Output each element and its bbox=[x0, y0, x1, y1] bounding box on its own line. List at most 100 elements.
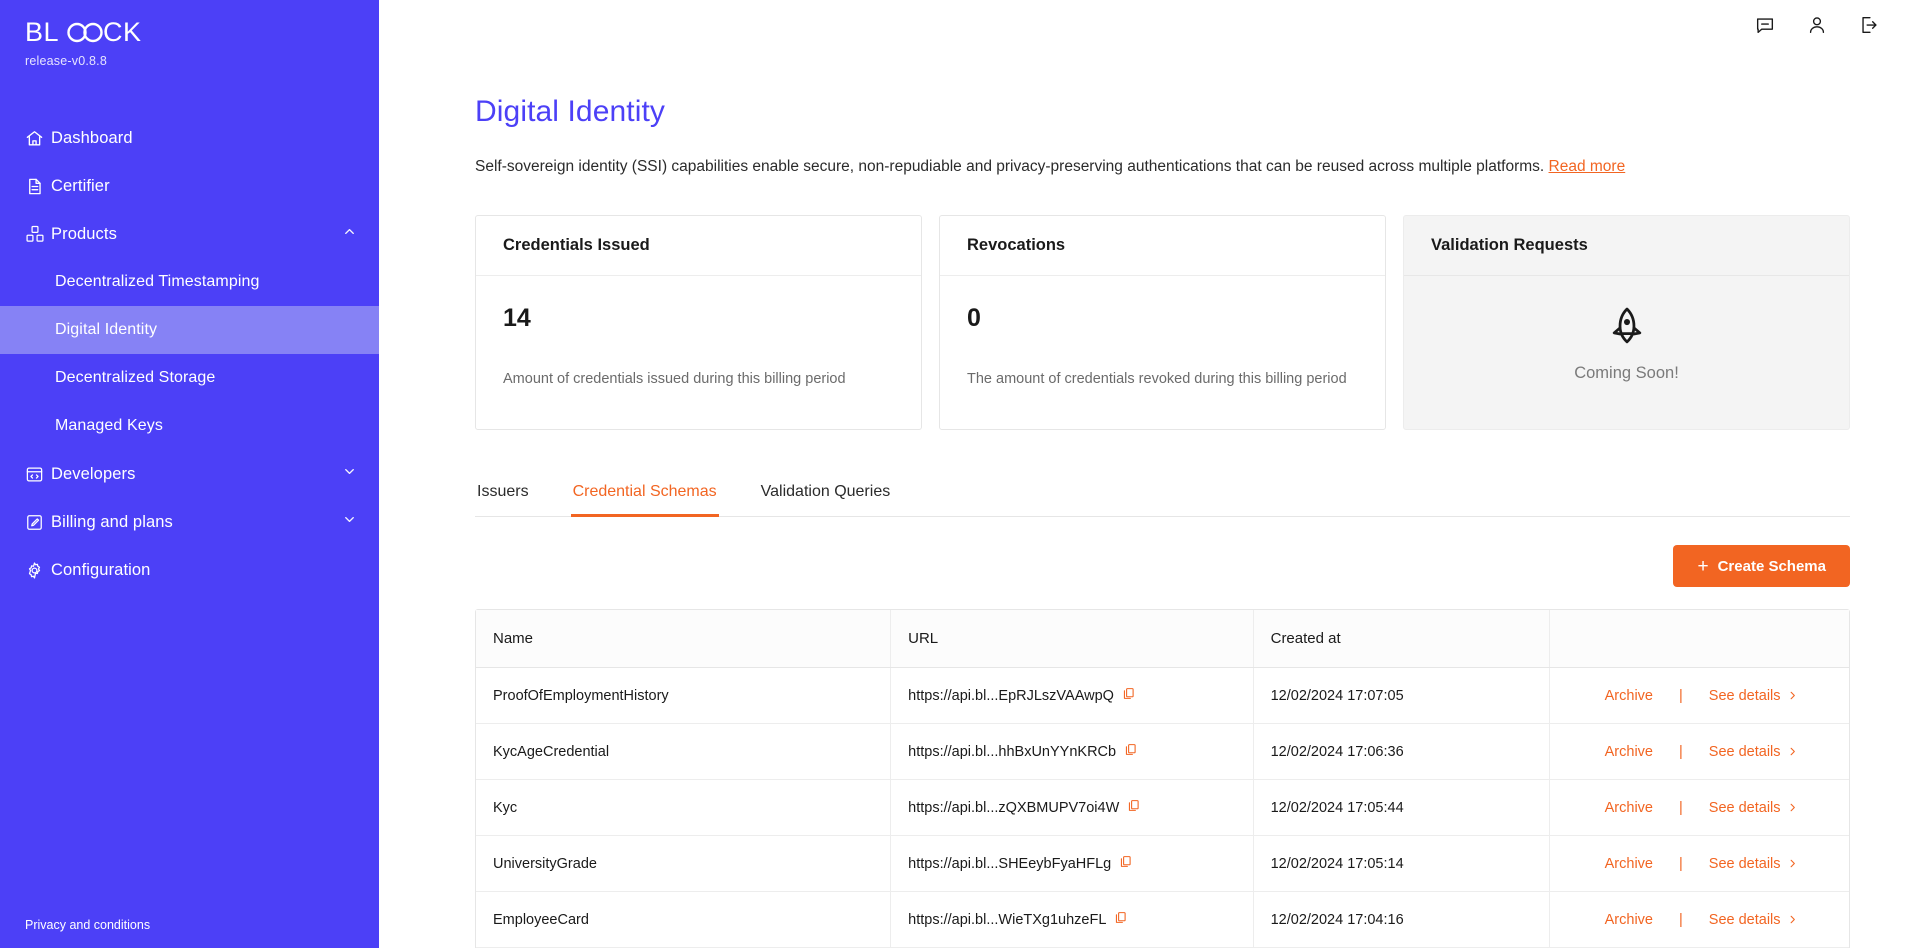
sidebar-item-label: Certifier bbox=[51, 176, 110, 195]
tab-issuers[interactable]: Issuers bbox=[475, 483, 531, 517]
cell-actions: Archive | See details bbox=[1549, 667, 1849, 725]
sidebar-item-dashboard[interactable]: Dashboard bbox=[0, 114, 379, 162]
table-head: Name URL Created at bbox=[476, 610, 1849, 669]
chevron-up-icon[interactable] bbox=[342, 224, 357, 244]
read-more-link[interactable]: Read more bbox=[1549, 158, 1626, 175]
url-text: https://api.bl...SHEeybFyaHFLg bbox=[908, 855, 1112, 872]
cell-created-at: 12/02/2024 17:06:36 bbox=[1253, 723, 1551, 781]
sidebar-item-configuration[interactable]: Configuration bbox=[0, 546, 379, 594]
tab-credential-schemas[interactable]: Credential Schemas bbox=[570, 483, 719, 518]
table-row[interactable]: EmployeeCard https://api.bl...WieTXg1uhz… bbox=[476, 891, 1849, 948]
plus-icon: + bbox=[1697, 555, 1709, 577]
cell-actions: Archive | See details bbox=[1549, 779, 1849, 837]
stat-cards: Credentials Issued 14 Amount of credenti… bbox=[475, 215, 1850, 431]
cell-url: https://api.bl...zQXBMUPV7oi4W bbox=[890, 779, 1254, 837]
table-body: ProofOfEmploymentHistory https://api.bl.… bbox=[476, 667, 1849, 948]
cell-name: KycAgeCredential bbox=[476, 723, 892, 781]
sidebar-item-decentralized-timestamping[interactable]: Decentralized Timestamping bbox=[0, 258, 379, 306]
cell-name: EmployeeCard bbox=[476, 891, 892, 948]
table-row[interactable]: UniversityGrade https://api.bl...SHEeybF… bbox=[476, 835, 1849, 893]
url-text: https://api.bl...WieTXg1uhzeFL bbox=[908, 911, 1107, 928]
see-details-link[interactable]: See details bbox=[1709, 800, 1798, 816]
copy-icon[interactable] bbox=[1122, 687, 1135, 704]
archive-link[interactable]: Archive bbox=[1605, 856, 1653, 872]
sidebar-group-developers[interactable]: Developers bbox=[0, 450, 379, 498]
sidebar-item-certifier[interactable]: Certifier bbox=[0, 162, 379, 210]
cubes-icon bbox=[25, 224, 51, 244]
cell-name: ProofOfEmploymentHistory bbox=[476, 667, 892, 725]
card-revocations: Revocations 0 The amount of credentials … bbox=[939, 215, 1386, 431]
see-details-link[interactable]: See details bbox=[1709, 688, 1798, 704]
sidebar-item-managed-keys[interactable]: Managed Keys bbox=[0, 402, 379, 450]
see-details-label: See details bbox=[1708, 911, 1781, 928]
see-details-link[interactable]: See details bbox=[1709, 744, 1798, 760]
column-header-url: URL bbox=[890, 610, 1254, 669]
user-icon[interactable] bbox=[1806, 14, 1828, 36]
see-details-link[interactable]: See details bbox=[1709, 912, 1798, 928]
sidebar-item-label: Decentralized Timestamping bbox=[55, 273, 260, 290]
topbar bbox=[379, 0, 1908, 50]
chevron-right-icon bbox=[1790, 747, 1795, 756]
archive-link[interactable]: Archive bbox=[1605, 912, 1653, 928]
sidebar-group-label: Billing and plans bbox=[51, 512, 173, 531]
copy-icon[interactable] bbox=[1127, 799, 1140, 816]
main-content: Digital Identity Self-sovereign identity… bbox=[379, 0, 1908, 948]
card-title: Revocations bbox=[940, 216, 1385, 277]
archive-link[interactable]: Archive bbox=[1605, 744, 1653, 760]
copy-icon[interactable] bbox=[1124, 743, 1137, 760]
sidebar-group-billing-and-plans[interactable]: Billing and plans bbox=[0, 498, 379, 546]
url-text: https://api.bl...zQXBMUPV7oi4W bbox=[908, 799, 1120, 816]
action-separator: | bbox=[1679, 687, 1683, 704]
table-row[interactable]: ProofOfEmploymentHistory https://api.bl.… bbox=[476, 667, 1849, 725]
table-header-row: Name URL Created at bbox=[476, 610, 1849, 669]
cell-created-at: 12/02/2024 17:07:05 bbox=[1253, 667, 1551, 725]
action-separator: | bbox=[1679, 799, 1683, 816]
message-icon[interactable] bbox=[1754, 14, 1776, 36]
sidebar-group-label: Developers bbox=[51, 464, 136, 483]
card-title: Validation Requests bbox=[1404, 216, 1849, 277]
cell-actions: Archive | See details bbox=[1549, 835, 1849, 893]
table-row[interactable]: KycAgeCredential https://api.bl...hhBxUn… bbox=[476, 723, 1849, 781]
archive-link[interactable]: Archive bbox=[1605, 800, 1653, 816]
chevron-down-icon[interactable] bbox=[342, 512, 357, 532]
sidebar-item-label: Decentralized Storage bbox=[55, 369, 216, 386]
sidebar-item-label: Configuration bbox=[51, 560, 151, 579]
chevron-down-icon[interactable] bbox=[342, 464, 357, 484]
tab-validation-queries[interactable]: Validation Queries bbox=[759, 483, 893, 517]
card-body: 14 Amount of credentials issued during t… bbox=[476, 276, 921, 429]
copy-icon[interactable] bbox=[1119, 855, 1132, 872]
home-icon bbox=[25, 129, 51, 148]
column-header-name: Name bbox=[476, 610, 892, 669]
sidebar-item-decentralized-storage[interactable]: Decentralized Storage bbox=[0, 354, 379, 402]
page-description: Self-sovereign identity (SSI) capabiliti… bbox=[475, 155, 1850, 178]
table-row[interactable]: Kyc https://api.bl...zQXBMUPV7oi4W 12/02… bbox=[476, 779, 1849, 837]
rocket-icon bbox=[1605, 305, 1649, 354]
column-header-created-at: Created at bbox=[1253, 610, 1551, 669]
card-title: Credentials Issued bbox=[476, 216, 921, 277]
sidebar-item-digital-identity[interactable]: Digital Identity bbox=[0, 306, 379, 354]
see-details-label: See details bbox=[1708, 687, 1781, 704]
cell-actions: Archive | See details bbox=[1549, 723, 1849, 781]
copy-icon[interactable] bbox=[1114, 911, 1127, 928]
see-details-link[interactable]: See details bbox=[1709, 856, 1798, 872]
cell-url: https://api.bl...hhBxUnYYnKRCb bbox=[890, 723, 1254, 781]
cell-name: UniversityGrade bbox=[476, 835, 892, 893]
archive-link[interactable]: Archive bbox=[1605, 688, 1653, 704]
chevron-right-icon bbox=[1790, 915, 1795, 924]
card-coming-soon: Coming Soon! bbox=[1404, 276, 1849, 429]
cell-created-at: 12/02/2024 17:05:14 bbox=[1253, 835, 1551, 893]
create-schema-button[interactable]: + Create Schema bbox=[1673, 545, 1850, 588]
sidebar-group-products[interactable]: Products bbox=[0, 210, 379, 258]
sidebar-item-label: Managed Keys bbox=[55, 417, 163, 434]
bloock-logo: BL CK bbox=[25, 18, 141, 47]
code-window-icon bbox=[25, 465, 51, 484]
see-details-label: See details bbox=[1708, 855, 1781, 872]
logout-icon[interactable] bbox=[1858, 14, 1880, 36]
schemas-table: Name URL Created at ProofOfEmploymentHis… bbox=[476, 610, 1849, 948]
chevron-right-icon bbox=[1790, 803, 1795, 812]
cell-name: Kyc bbox=[476, 779, 892, 837]
privacy-and-conditions-link[interactable]: Privacy and conditions bbox=[25, 918, 150, 932]
see-details-label: See details bbox=[1708, 799, 1781, 816]
card-value: 14 bbox=[503, 304, 531, 333]
sidebar: BL CK release-v0.8.8 Dashboard Certifier… bbox=[0, 0, 379, 948]
